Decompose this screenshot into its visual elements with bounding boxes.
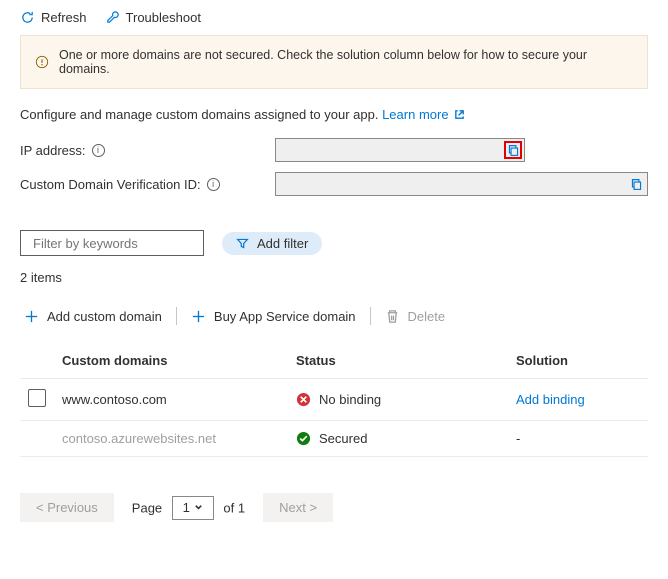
refresh-button[interactable]: Refresh (20, 10, 87, 25)
copy-icon (630, 178, 643, 191)
add-binding-link[interactable]: Add binding (516, 392, 585, 407)
info-icon[interactable]: i (207, 178, 220, 191)
trash-icon (385, 309, 400, 324)
refresh-icon (20, 10, 35, 25)
copy-ip-button[interactable] (504, 141, 522, 159)
troubleshoot-button[interactable]: Troubleshoot (105, 10, 201, 25)
add-filter-button[interactable]: Add filter (222, 232, 322, 255)
description-text: Configure and manage custom domains assi… (20, 107, 378, 122)
column-custom-domains[interactable]: Custom domains (54, 343, 288, 379)
column-status[interactable]: Status (288, 343, 508, 379)
copy-icon (507, 144, 520, 157)
warning-banner: One or more domains are not secured. Che… (20, 35, 648, 89)
solution-cell: - (508, 421, 648, 457)
domains-table: Custom domains Status Solution www.conto… (20, 343, 648, 457)
info-warning-icon (35, 55, 49, 69)
troubleshoot-label: Troubleshoot (126, 10, 201, 25)
wrench-icon (105, 10, 120, 25)
add-custom-domain-button[interactable]: Add custom domain (24, 309, 176, 324)
domain-cell: contoso.azurewebsites.net (54, 421, 288, 457)
next-page-button[interactable]: Next > (263, 493, 333, 522)
verification-id-label: Custom Domain Verification ID: (20, 177, 201, 192)
warning-text: One or more domains are not secured. Che… (59, 48, 633, 76)
row-checkbox[interactable] (28, 389, 46, 407)
info-icon[interactable]: i (92, 144, 105, 157)
separator (176, 307, 177, 325)
ip-address-label: IP address: (20, 143, 86, 158)
filter-search-field[interactable] (20, 230, 204, 256)
chevron-down-icon (194, 503, 203, 512)
external-link-icon (454, 109, 465, 120)
table-row: contoso.azurewebsites.net Secured - (20, 421, 648, 457)
page-label: Page (132, 500, 162, 515)
verification-id-field (275, 172, 648, 196)
status-text: No binding (319, 392, 381, 407)
filter-icon (236, 237, 249, 250)
pagination: < Previous Page 1 of 1 Next > (20, 493, 648, 522)
separator (370, 307, 371, 325)
column-solution[interactable]: Solution (508, 343, 648, 379)
learn-more-link[interactable]: Learn more (382, 107, 465, 122)
plus-icon (191, 309, 206, 324)
previous-page-button[interactable]: < Previous (20, 493, 114, 522)
ip-address-field (275, 138, 525, 162)
success-icon (296, 431, 311, 446)
filter-input[interactable] (33, 236, 209, 251)
page-of: of 1 (223, 500, 245, 515)
error-icon (296, 392, 311, 407)
item-count: 2 items (20, 270, 648, 285)
domain-cell: www.contoso.com (54, 379, 288, 421)
delete-button: Delete (385, 309, 460, 324)
refresh-label: Refresh (41, 10, 87, 25)
table-row[interactable]: www.contoso.com No binding Add binding (20, 379, 648, 421)
status-text: Secured (319, 431, 367, 446)
page-select[interactable]: 1 (172, 496, 214, 520)
copy-verification-button[interactable] (627, 175, 645, 193)
plus-icon (24, 309, 39, 324)
buy-domain-button[interactable]: Buy App Service domain (191, 309, 370, 324)
